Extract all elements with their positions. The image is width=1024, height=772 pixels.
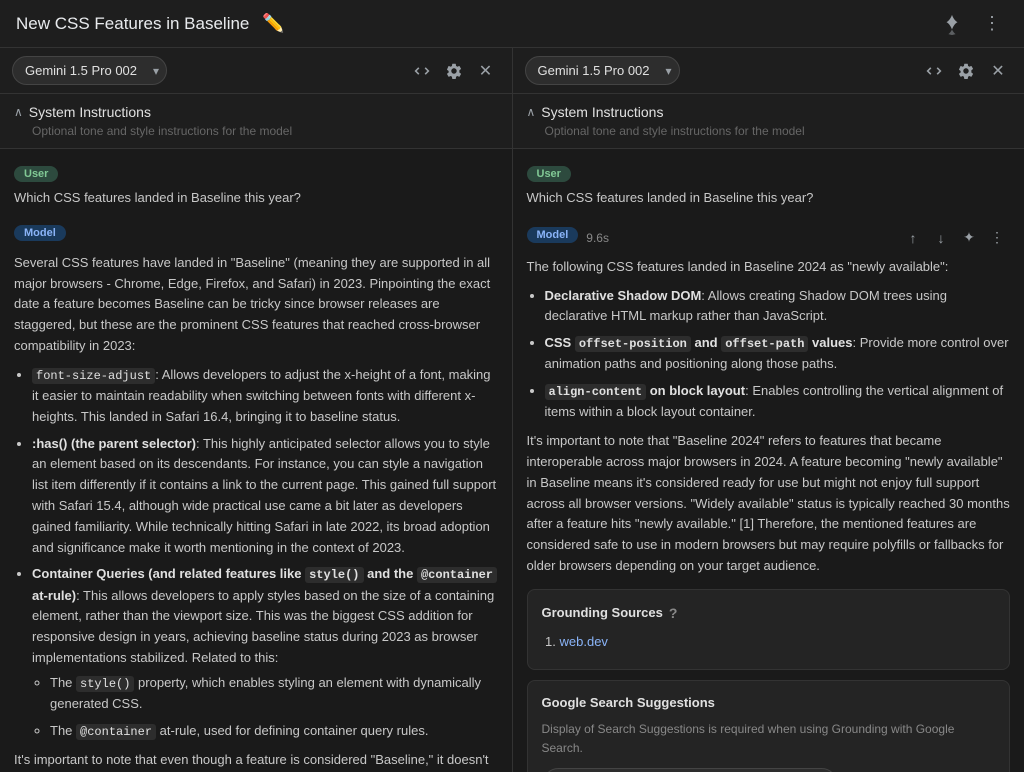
left-close-button[interactable]: ✕ [472, 57, 500, 85]
right-model-intro: The following CSS features landed in Bas… [527, 257, 1011, 278]
left-sys-header: ∧ System Instructions [14, 104, 498, 120]
left-model-intro: Several CSS features have landed in "Bas… [14, 253, 498, 357]
right-model-actions: ↑ ↓ ✦ ⋮ [900, 225, 1010, 251]
left-sys-title: System Instructions [29, 104, 151, 120]
edit-title-button[interactable]: ✏️ [257, 8, 289, 40]
left-model-list-item-2: :has() (the parent selector): This highl… [32, 434, 498, 559]
left-code-icon [413, 62, 431, 80]
right-code-icon [925, 62, 943, 80]
left-model-footer-1: It's important to note that even though … [14, 750, 498, 772]
more-options-button[interactable]: ⋮ [976, 8, 1008, 40]
right-settings-icon [957, 62, 975, 80]
right-panel-icons: ✕ [920, 57, 1012, 85]
right-search-suggestions: Google Search Suggestions Display of Sea… [527, 680, 1011, 772]
top-bar: New CSS Features in Baseline ✏️ ⋮ [0, 0, 1024, 48]
right-model-list-item-1: Declarative Shadow DOM: Allows creating … [545, 286, 1011, 328]
top-bar-right: ⋮ [936, 8, 1008, 40]
right-model-header-row: Model 9.6s ↑ ↓ ✦ ⋮ [527, 225, 1011, 251]
right-model-message: Model 9.6s ↑ ↓ ✦ ⋮ The following CSS fea… [527, 225, 1011, 772]
left-settings-icon [445, 62, 463, 80]
right-model-down-button[interactable]: ↓ [928, 225, 954, 251]
left-panel-icons: ✕ [408, 57, 500, 85]
left-collapse-icon[interactable]: ∧ [14, 105, 23, 119]
left-model-list-item-1: font-size-adjust: Allows developers to a… [32, 365, 498, 428]
right-user-badge: User [527, 166, 571, 182]
right-model-select[interactable]: Gemini 1.5 Pro 002 [525, 56, 680, 85]
right-sys-title: System Instructions [541, 104, 663, 120]
main-content: Gemini 1.5 Pro 002 ▾ ✕ [0, 48, 1024, 772]
right-grounding-source-1-link[interactable]: web.dev [560, 634, 608, 649]
right-model-up-button[interactable]: ↑ [900, 225, 926, 251]
right-model-list-item-2: CSS offset-position and offset-path valu… [545, 333, 1011, 375]
right-model-select-wrapper[interactable]: Gemini 1.5 Pro 002 ▾ [525, 56, 680, 85]
left-sys-placeholder: Optional tone and style instructions for… [14, 124, 498, 138]
left-model-badge: Model [14, 225, 66, 241]
right-collapse-icon[interactable]: ∧ [527, 105, 536, 119]
left-panel-header: Gemini 1.5 Pro 002 ▾ ✕ [0, 48, 512, 94]
right-model-content: The following CSS features landed in Bas… [527, 257, 1011, 772]
right-model-list-item-3: align-content on block layout: Enables c… [545, 381, 1011, 423]
right-model-list: Declarative Shadow DOM: Allows creating … [527, 286, 1011, 424]
right-user-content: Which CSS features landed in Baseline th… [527, 188, 1011, 209]
right-model-time: 9.6s [586, 231, 609, 245]
right-panel-header: Gemini 1.5 Pro 002 ▾ ✕ [513, 48, 1024, 94]
right-system-instructions: ∧ System Instructions Optional tone and … [513, 94, 1024, 149]
left-model-content: Several CSS features have landed in "Bas… [14, 253, 498, 772]
right-model-footer-1: It's important to note that "Baseline 20… [527, 431, 1011, 577]
right-grounding-title: Grounding Sources ? [542, 602, 996, 624]
right-grounding-help-icon[interactable]: ? [669, 602, 678, 624]
left-code-button[interactable] [408, 57, 436, 85]
left-user-content: Which CSS features landed in Baseline th… [14, 188, 498, 209]
right-close-button[interactable]: ✕ [984, 57, 1012, 85]
right-code-button[interactable] [920, 57, 948, 85]
left-model-subitem-2: The @container at-rule, used for definin… [50, 721, 498, 742]
right-user-message: User Which CSS features landed in Baseli… [527, 165, 1011, 209]
gemini-icon [941, 13, 963, 35]
left-user-badge: User [14, 166, 58, 182]
gemini-icon-button[interactable] [936, 8, 968, 40]
left-model-list-item-3: Container Queries (and related features … [32, 564, 498, 742]
left-chat-area[interactable]: User Which CSS features landed in Baseli… [0, 149, 512, 772]
left-user-message: User Which CSS features landed in Baseli… [14, 165, 498, 209]
right-grounding-label: Grounding Sources [542, 603, 663, 624]
left-model-subitem-1: The style() property, which enables styl… [50, 673, 498, 715]
right-user-text: Which CSS features landed in Baseline th… [527, 188, 1011, 209]
left-system-instructions: ∧ System Instructions Optional tone and … [0, 94, 512, 149]
right-search-suggestions-desc: Display of Search Suggestions is require… [542, 720, 996, 758]
left-model-select[interactable]: Gemini 1.5 Pro 002 [12, 56, 167, 85]
left-user-text: Which CSS features landed in Baseline th… [14, 188, 498, 209]
right-chat-area[interactable]: User Which CSS features landed in Baseli… [513, 149, 1024, 772]
left-model-message: Model Several CSS features have landed i… [14, 225, 498, 772]
right-grounding-source-1: web.dev [560, 632, 996, 653]
right-grounding-section: Grounding Sources ? web.dev [527, 589, 1011, 670]
right-panel: Gemini 1.5 Pro 002 ▾ ✕ [513, 48, 1024, 772]
left-settings-button[interactable] [440, 57, 468, 85]
right-model-more-button[interactable]: ⋮ [984, 225, 1010, 251]
right-search-chip[interactable]: G what css features landed in baseline t… [542, 768, 838, 772]
left-model-list: font-size-adjust: Allows developers to a… [14, 365, 498, 742]
right-sys-placeholder: Optional tone and style instructions for… [527, 124, 1011, 138]
right-model-badge: Model [527, 227, 579, 243]
left-panel: Gemini 1.5 Pro 002 ▾ ✕ [0, 48, 513, 772]
left-model-select-wrapper[interactable]: Gemini 1.5 Pro 002 ▾ [12, 56, 167, 85]
right-search-suggestions-title: Google Search Suggestions [542, 693, 996, 714]
right-model-star-button[interactable]: ✦ [956, 225, 982, 251]
left-model-sublist: The style() property, which enables styl… [32, 673, 498, 742]
left-model-header-row: Model [14, 225, 498, 247]
top-bar-left: New CSS Features in Baseline ✏️ [16, 8, 289, 40]
app-title: New CSS Features in Baseline [16, 14, 249, 34]
right-sys-header: ∧ System Instructions [527, 104, 1011, 120]
right-settings-button[interactable] [952, 57, 980, 85]
right-grounding-sources: web.dev [542, 632, 996, 653]
